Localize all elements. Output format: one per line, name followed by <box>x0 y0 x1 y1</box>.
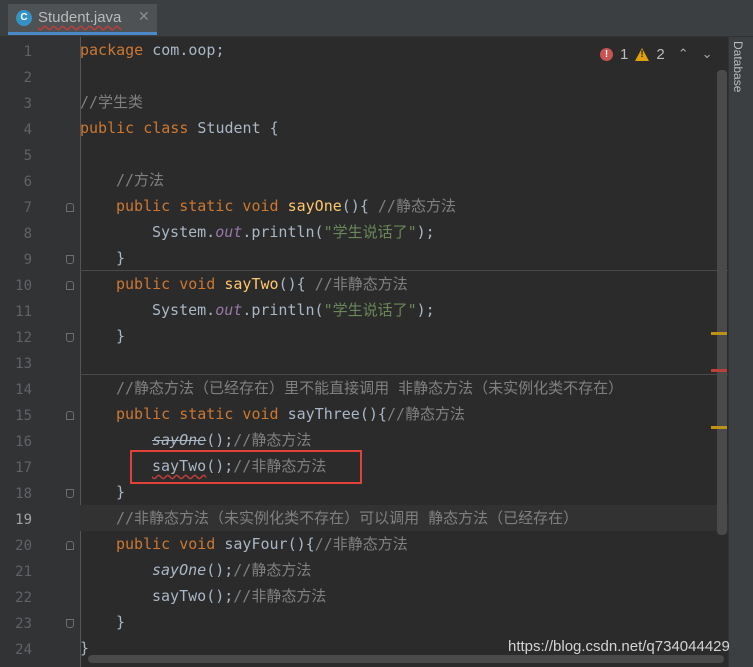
fold-icon[interactable] <box>66 281 74 290</box>
fold-icon[interactable] <box>66 411 74 420</box>
code-line: } <box>116 327 126 345</box>
error-stripe[interactable] <box>711 369 727 372</box>
right-tool-sidebar: Database <box>728 37 753 667</box>
database-tool-button[interactable]: Database <box>731 41 745 92</box>
code-line: //静态方法（已经存在）里不能直接调用 非静态方法（未实例化类不存在） <box>116 379 624 397</box>
line-number: 14 <box>15 382 32 398</box>
code-line: public void sayTwo(){ //非静态方法 <box>116 275 408 293</box>
warning-stripe[interactable] <box>711 426 727 429</box>
inspection-widget[interactable]: ! 1 2 ⌃ ⌄ <box>600 44 713 64</box>
line-number: 3 <box>23 96 32 112</box>
code-line: public static void sayOne(){ //静态方法 <box>116 197 456 215</box>
warning-stripe[interactable] <box>711 332 727 335</box>
editor-tab-bar: C Student.java ✕ <box>0 0 753 37</box>
code-editor[interactable]: package com.oop; //学生类 public class Stud… <box>80 37 728 667</box>
line-number: 4 <box>23 122 32 138</box>
fold-icon[interactable] <box>66 333 74 342</box>
line-number: 1 <box>23 44 32 60</box>
line-number: 7 <box>23 200 32 216</box>
line-number: 6 <box>23 174 32 190</box>
watermark-text: https://blog.csdn.net/q734044429 <box>508 638 730 655</box>
fold-icon[interactable] <box>66 203 74 212</box>
line-number: 11 <box>15 304 32 320</box>
error-icon: ! <box>600 47 613 61</box>
line-number: 9 <box>23 252 32 268</box>
previous-highlight-icon[interactable]: ⌃ <box>678 46 689 62</box>
line-number: 12 <box>15 330 32 346</box>
fold-icon[interactable] <box>66 541 74 550</box>
code-line: sayOne();//静态方法 <box>152 561 312 579</box>
code-line: System.out.println("学生说话了"); <box>152 223 435 241</box>
line-number: 16 <box>15 434 32 450</box>
code-line: } <box>116 613 126 631</box>
code-line: public void sayFour(){//非静态方法 <box>116 535 408 553</box>
tab-label: Student.java <box>38 9 122 26</box>
line-number: 13 <box>15 356 32 372</box>
code-line: } <box>116 483 126 501</box>
vertical-scrollbar[interactable] <box>717 70 727 535</box>
next-highlight-icon[interactable]: ⌄ <box>702 46 713 62</box>
code-line: public static void sayThree(){//静态方法 <box>116 405 465 423</box>
fold-icon[interactable] <box>66 255 74 264</box>
line-number: 5 <box>23 148 32 164</box>
tab-student-java[interactable]: C Student.java ✕ <box>8 4 157 35</box>
caret-row-highlight: //非静态方法（未实例化类不存在）可以调用 静态方法（已经存在） <box>80 505 728 531</box>
line-number: 18 <box>15 486 32 502</box>
line-number: 2 <box>23 70 32 86</box>
horizontal-scrollbar[interactable] <box>88 655 724 663</box>
java-class-icon: C <box>16 10 32 26</box>
code-line: package com.oop; <box>80 41 225 59</box>
line-number: 8 <box>23 226 32 242</box>
line-number: 15 <box>15 408 32 424</box>
line-number: 10 <box>15 278 32 294</box>
code-line: //学生类 <box>80 93 144 111</box>
line-number: 22 <box>15 590 32 606</box>
fold-icon[interactable] <box>66 619 74 628</box>
close-icon[interactable]: ✕ <box>138 8 150 25</box>
code-line: //方法 <box>116 171 165 189</box>
error-count: 1 <box>620 45 629 63</box>
line-number: 21 <box>15 564 32 580</box>
line-number: 17 <box>15 460 32 476</box>
line-number-gutter: 1 2 3 4 5 6 7 8 9 10 11 12 13 14 15 16 1… <box>0 37 81 667</box>
code-line: sayTwo();//非静态方法 <box>152 587 327 605</box>
line-number: 24 <box>15 642 32 658</box>
highlight-box <box>130 450 362 484</box>
line-number: 19 <box>15 512 32 528</box>
line-number: 23 <box>15 616 32 632</box>
line-number: 20 <box>15 538 32 554</box>
warning-icon <box>635 47 650 61</box>
code-line: } <box>116 249 126 267</box>
code-line: public class Student { <box>80 119 279 137</box>
code-line: System.out.println("学生说话了"); <box>152 301 435 319</box>
fold-icon[interactable] <box>66 489 74 498</box>
warning-count: 2 <box>656 45 665 63</box>
